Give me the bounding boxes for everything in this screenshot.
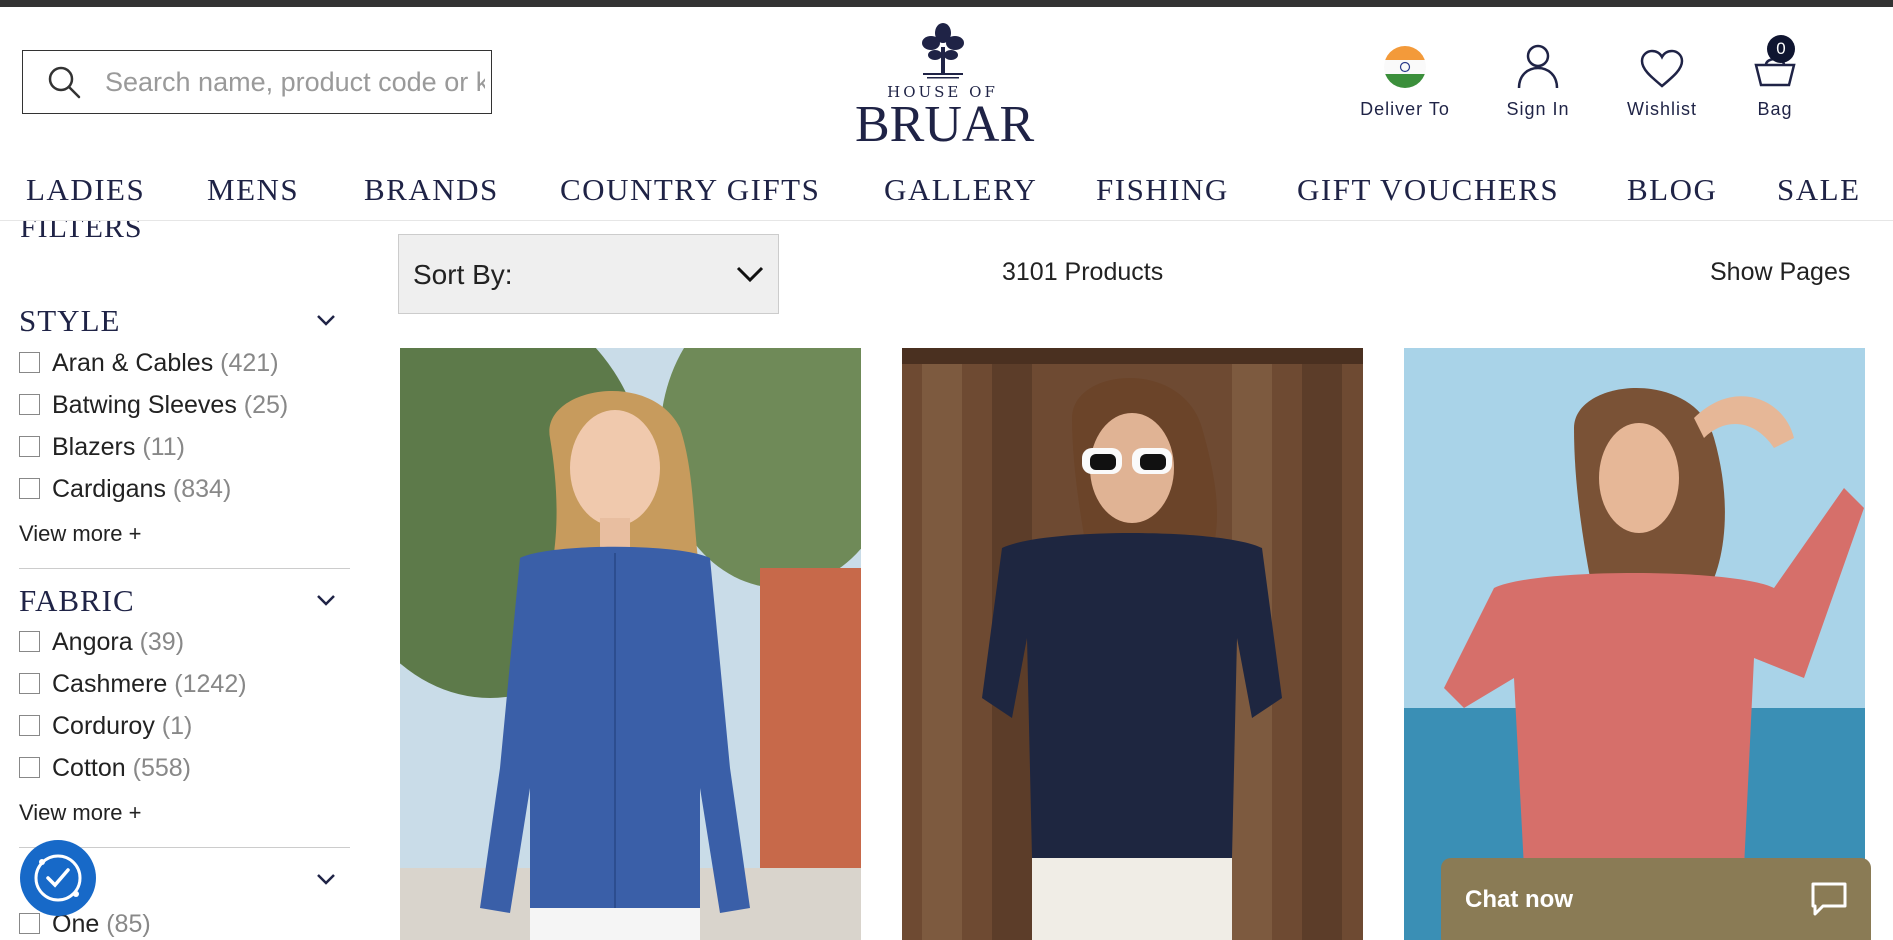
nav-ladies[interactable]: LADIES [26,172,145,208]
sign-in-button[interactable]: Sign In [1488,37,1588,120]
filter-option-cotton[interactable]: Cotton (558) [19,754,191,784]
deliver-to-label: Deliver To [1360,99,1450,119]
filter-option-batwing-sleeves[interactable]: Batwing Sleeves (25) [19,391,288,421]
tree-logo-icon [921,23,964,79]
option-count: (25) [243,391,289,419]
nav-sale[interactable]: SALE [1777,172,1861,208]
checkbox[interactable] [19,757,40,778]
search-input[interactable] [103,61,487,103]
view-more-fabric-link[interactable]: View more + [19,800,141,826]
option-label: Blazers [52,433,136,461]
filter-option-cashmere[interactable]: Cashmere (1242) [19,670,247,700]
nav-gift-vouchers[interactable]: GIFT VOUCHERS [1297,172,1559,208]
chat-now-widget[interactable]: Chat now [1441,858,1871,940]
filter-option-blazers[interactable]: Blazers (11) [19,433,185,463]
product-card[interactable] [902,348,1363,940]
wishlist-button[interactable]: Wishlist [1612,37,1712,120]
nav-fishing[interactable]: FISHING [1096,172,1229,208]
option-label: Corduroy [52,712,155,740]
checkbox[interactable] [19,715,40,736]
sign-in-label: Sign In [1506,99,1570,119]
checkbox[interactable] [19,673,40,694]
checkbox[interactable] [19,913,40,934]
chat-now-label: Chat now [1465,886,1573,913]
site-logo[interactable]: HOUSE OF BRUAR [855,19,1035,159]
divider [19,568,350,569]
chevron-down-icon [736,266,764,283]
search-box[interactable] [22,50,492,114]
checkbox[interactable] [19,478,40,499]
filter-section-style[interactable]: STYLE [19,303,120,339]
product-card[interactable] [1404,348,1865,940]
bag-label: Bag [1757,99,1793,119]
india-flag-icon [1384,46,1426,88]
product-card[interactable] [400,348,861,940]
option-count: (421) [220,349,279,377]
search-icon[interactable] [47,65,81,99]
option-count: (11) [142,433,185,461]
filter-section-fabric[interactable]: FABRIC [19,583,135,619]
option-count: (834) [172,475,232,503]
accessibility-icon [34,854,82,902]
sort-by-label: Sort By: [413,259,513,290]
checkbox[interactable] [19,394,40,415]
filter-option-aran-cables[interactable]: Aran & Cables (421) [19,349,279,379]
chat-bubble-icon [1811,882,1847,916]
nav-gallery[interactable]: GALLERY [884,172,1037,208]
bag-count-badge: 0 [1767,35,1795,63]
option-count: (1242) [174,670,247,698]
top-bar [0,0,1893,7]
product-image[interactable] [902,348,1363,940]
user-icon [1517,44,1559,89]
site-header: HOUSE OF BRUAR Deliver To Sign In [0,7,1893,157]
nav-brands[interactable]: BRANDS [364,172,499,208]
option-label: Batwing Sleeves [52,391,237,419]
option-count: (1) [161,712,193,740]
main-nav: LADIES MENS BRANDS COUNTRY GIFTS GALLERY… [0,168,1893,221]
filters-title: FILTERS [20,221,143,244]
chevron-down-icon[interactable] [316,313,336,327]
filter-sidebar: FILTERS STYLE Aran & Cables (421) Batwin… [0,221,350,940]
logo-line-2: BRUAR [855,96,1035,153]
deliver-to-button[interactable]: Deliver To [1345,37,1465,120]
wishlist-label: Wishlist [1627,99,1697,119]
option-label: Cashmere [52,670,168,698]
option-label: Aran & Cables [52,349,214,377]
option-label: Cardigans [52,475,166,503]
option-count: (39) [139,628,185,656]
nav-country-gifts[interactable]: COUNTRY GIFTS [560,172,820,208]
filter-option-angora[interactable]: Angora (39) [19,628,184,658]
option-label: Cotton [52,754,126,782]
bag-button[interactable]: 0 Bag [1735,35,1815,120]
product-image[interactable] [1404,348,1865,940]
filter-option-corduroy[interactable]: Corduroy (1) [19,712,192,742]
checkbox[interactable] [19,436,40,457]
accessibility-button[interactable] [20,840,96,916]
nav-blog[interactable]: BLOG [1627,172,1717,208]
option-count: (558) [132,754,191,782]
checkbox[interactable] [19,352,40,373]
show-pages-link[interactable]: Show Pages [1710,258,1850,287]
view-more-style-link[interactable]: View more + [19,521,141,547]
nav-mens[interactable]: MENS [207,172,299,208]
chevron-down-icon[interactable] [316,872,336,886]
option-count: (85) [106,910,151,938]
sort-by-dropdown[interactable]: Sort By: [398,234,779,314]
checkbox[interactable] [19,631,40,652]
heart-icon [1640,49,1684,88]
filter-option-cardigans[interactable]: Cardigans (834) [19,475,231,505]
chevron-down-icon[interactable] [316,593,336,607]
option-label: Angora [52,628,133,656]
product-count: 3101 Products [1002,258,1164,286]
product-image[interactable] [400,348,861,940]
